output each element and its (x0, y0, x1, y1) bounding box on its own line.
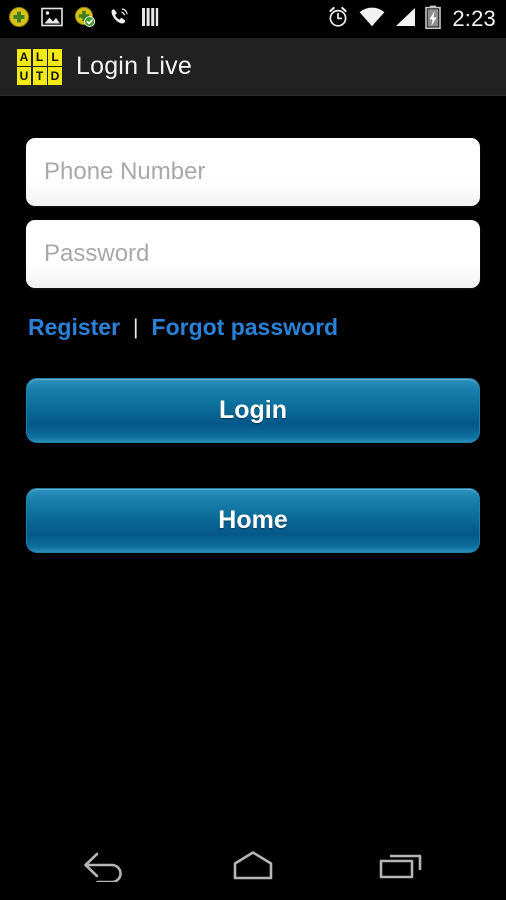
auth-links-row: Register | Forgot password (26, 314, 480, 341)
logo-cell-u: U (17, 67, 31, 85)
status-bar: 2:23 (0, 0, 506, 38)
cellular-signal-icon (394, 7, 416, 32)
logo-cell-t: T (32, 67, 47, 85)
nav-home-button[interactable] (208, 843, 298, 891)
gallery-image-icon (41, 7, 63, 32)
action-bar: A L L U T D Login Live (0, 38, 506, 96)
back-arrow-icon (77, 848, 131, 887)
logo-cell-a: A (17, 48, 31, 66)
forgot-password-link[interactable]: Forgot password (152, 314, 339, 341)
status-bar-notification-icons (8, 6, 159, 33)
phone-number-input[interactable] (26, 138, 480, 206)
system-navigation-bar (0, 834, 506, 900)
login-button[interactable]: Login (26, 378, 480, 443)
phone-screen: 2:23 A L L U T D Login Live Register | F… (0, 0, 506, 900)
status-bar-system-icons: 2:23 (326, 5, 496, 34)
wifi-icon (359, 7, 385, 32)
home-pentagon-icon (226, 848, 280, 887)
nav-back-button[interactable] (59, 843, 149, 891)
recent-apps-icon (375, 848, 429, 887)
sync-complete-icon (74, 6, 97, 33)
home-button[interactable]: Home (26, 488, 480, 553)
call-ringing-icon (108, 6, 130, 33)
register-link[interactable]: Register (28, 314, 120, 341)
notification-dot-green-icon (8, 6, 30, 33)
status-bar-clock: 2:23 (452, 6, 496, 31)
battery-charging-icon (425, 5, 442, 34)
all-utd-logo: A L L U T D (17, 48, 62, 85)
logo-cell-d: D (48, 67, 62, 85)
alarm-clock-icon (326, 5, 350, 34)
link-separator: | (133, 315, 139, 339)
nav-recents-button[interactable] (357, 843, 447, 891)
page-title: Login Live (76, 52, 192, 80)
password-input[interactable] (26, 220, 480, 288)
login-form: Register | Forgot password Login Home (0, 96, 506, 834)
logo-cell-l2: L (48, 48, 62, 66)
logo-cell-l1: L (32, 48, 47, 66)
sim-signal-bars-icon (141, 7, 159, 32)
